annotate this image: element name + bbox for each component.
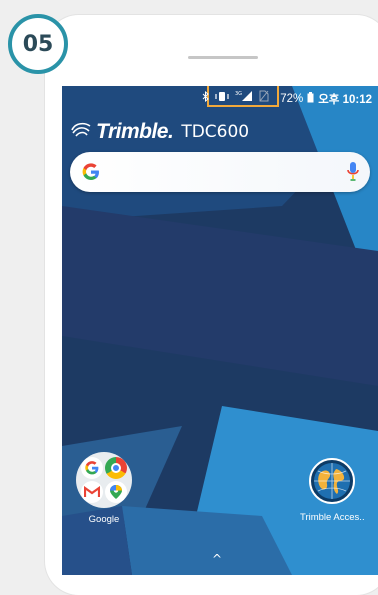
trimble-logo-icon (70, 121, 92, 143)
mic-icon[interactable] (346, 161, 360, 187)
signal-icon: 3G (235, 90, 253, 105)
no-sim-icon (259, 90, 269, 105)
bluetooth-icon (202, 90, 209, 105)
trimble-access-globe-icon (309, 458, 356, 504)
app-google-folder[interactable]: Google (76, 452, 132, 525)
clock: 오후 10:12 (318, 94, 372, 106)
google-app-icon (81, 457, 103, 479)
maps-icon (105, 481, 127, 503)
app-trimble-access[interactable]: Trimble Acces.. (300, 458, 365, 523)
status-icons: 3G (202, 90, 269, 105)
brand-name: Trimble. (96, 120, 174, 143)
chrome-icon (105, 457, 127, 479)
gmail-icon (81, 481, 103, 503)
status-right: 72% 오후 10:12 (280, 91, 372, 107)
home-screen: 3G 72% 오후 10:12 Trimble. TDC600 Google T… (62, 86, 378, 575)
google-g-icon (81, 162, 101, 186)
battery-icon (307, 92, 314, 106)
app-label-trimble-access: Trimble Acces.. (300, 512, 365, 523)
svg-text:3G: 3G (235, 91, 242, 97)
vibrate-icon (215, 91, 229, 105)
step-number-badge: 05 (8, 14, 68, 74)
device-branding: Trimble. TDC600 (70, 120, 249, 144)
device-model: TDC600 (181, 122, 250, 142)
status-bar: 3G 72% 오후 10:12 (62, 86, 378, 108)
google-folder-icon (76, 452, 132, 508)
app-drawer-chevron-icon[interactable]: ^ (212, 552, 222, 566)
app-label-google: Google (88, 514, 120, 525)
phone-speaker (188, 56, 258, 59)
battery-percent: 72% (280, 93, 304, 105)
google-search-bar[interactable] (70, 152, 370, 192)
